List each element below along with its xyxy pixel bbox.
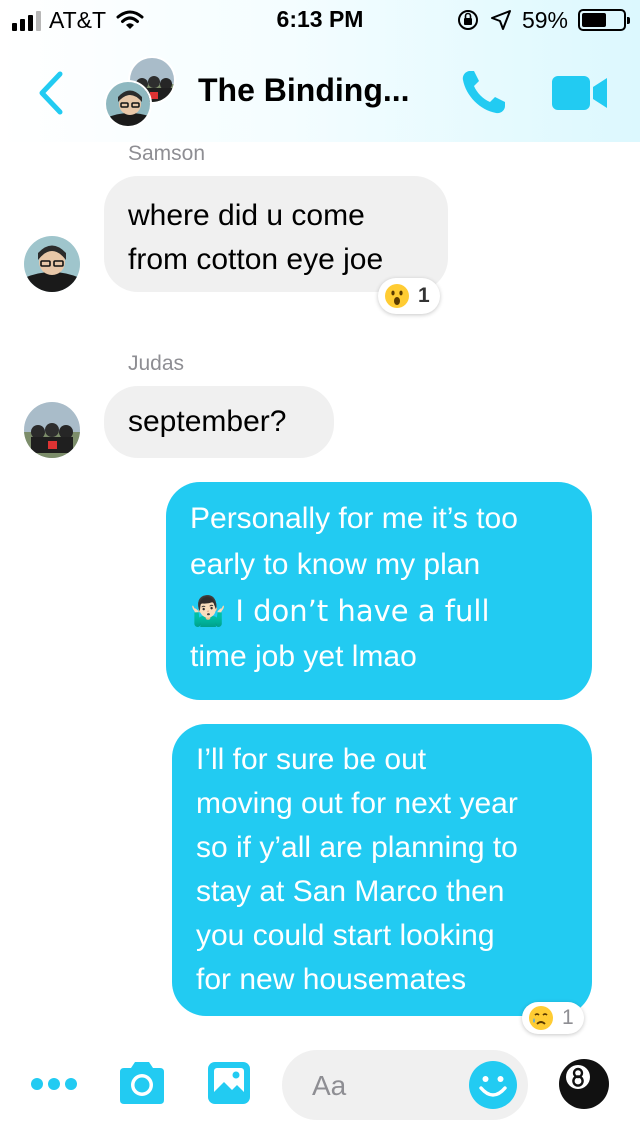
message-line: september? [128,405,287,438]
battery-percentage: 59% [521,6,568,33]
message-line: 🤷🏻‍♂️ I don’t have a full [190,594,490,628]
reaction-count: 1 [562,1006,574,1029]
message-line: I’ll for sure be out [196,743,427,776]
battery-level [582,13,606,27]
message-bubble-incoming[interactable]: where did u come from cotton eye joe [104,176,448,292]
location-arrow-icon [490,10,511,30]
header-area: AT&T 6:13 PM 59% The Binding... [0,0,640,142]
surprised-face-icon [385,284,409,308]
reaction-badge[interactable]: 1 [522,1002,584,1034]
reaction-badge[interactable]: 1 [378,278,440,314]
message-line: Personally for me it’s too [190,502,518,535]
emoji-smile-icon[interactable] [468,1060,518,1110]
crying-face-icon [529,1006,553,1030]
message-line: from cotton eye joe [128,243,384,276]
message-bubble-outgoing[interactable]: I’ll for sure be out moving out for next… [172,724,592,1016]
eight-ball-icon[interactable] [558,1058,610,1110]
message-line: where did u come [128,199,365,232]
sender-name: Judas [128,352,185,375]
message-bubble-outgoing[interactable]: Personally for me it’s too early to know… [166,482,592,700]
battery-icon [578,9,630,31]
message-input-placeholder: Aa [312,1070,347,1101]
phone-icon[interactable] [458,66,510,118]
video-camera-icon[interactable] [550,72,610,114]
orientation-lock-icon [457,10,478,30]
message-line: you could start looking [196,919,495,952]
more-options-icon[interactable] [30,1076,78,1092]
conversation-title[interactable]: The Binding... [198,72,410,109]
message-line: time job yet lmao [190,640,417,673]
back-chevron-icon[interactable] [32,68,72,118]
message-line: so if y’all are planning to [196,831,518,864]
message-line: for new housemates [196,963,467,996]
message-line: moving out for next year [196,787,518,820]
photo-gallery-icon[interactable] [206,1060,252,1106]
conversation-header: The Binding... [0,44,640,140]
message-input[interactable]: Aa [282,1050,528,1120]
reaction-count: 1 [418,284,430,307]
message-line: stay at San Marco then [196,875,505,908]
sender-name: Samson [128,142,206,165]
group-avatar[interactable] [104,56,178,130]
camera-icon[interactable] [116,1060,168,1106]
member-avatar [104,80,152,128]
composer-bar: Aa [0,1040,640,1136]
sender-avatar[interactable] [24,402,80,458]
status-bar: AT&T 6:13 PM 59% [0,0,640,40]
sender-avatar[interactable] [24,236,80,292]
message-line: early to know my plan [190,548,481,581]
message-bubble-incoming[interactable]: september? [104,386,334,458]
